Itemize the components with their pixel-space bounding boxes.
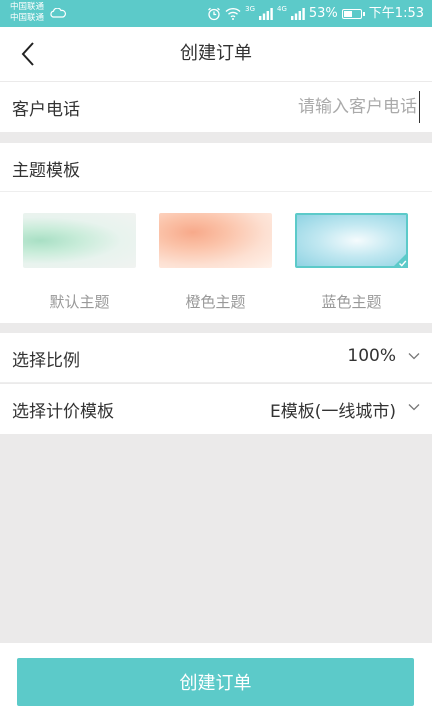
divider — [0, 191, 432, 192]
signal-icon — [290, 7, 305, 20]
cloud-icon — [50, 8, 66, 18]
theme-label: 主题模板 — [12, 161, 80, 181]
chevron-down-icon — [408, 353, 420, 360]
clock: 下午1:53 — [368, 6, 424, 21]
theme-section: 主题模板 默认主题 橙色主题 蓝色主题 — [0, 143, 432, 323]
check-icon — [392, 252, 408, 268]
pricing-template-row[interactable]: 选择计价模板 E模板(一线城市) — [0, 384, 432, 434]
battery-icon — [341, 8, 365, 19]
ratio-value: 100% — [347, 346, 396, 366]
battery-percent: 53% — [308, 6, 338, 21]
phone-label: 客户电话 — [12, 100, 80, 120]
phone-input[interactable] — [160, 91, 420, 123]
signal-1-label: 3G — [245, 5, 255, 13]
wifi-icon — [225, 7, 241, 20]
theme-default-card[interactable] — [23, 213, 136, 268]
chevron-down-icon — [408, 404, 420, 411]
theme-orange-label: 橙色主题 — [185, 293, 246, 311]
battery-fill — [343, 10, 352, 17]
theme-blue-label: 蓝色主题 — [321, 293, 382, 311]
bottom-bar: 创建订单 — [0, 643, 432, 720]
phone-row: 客户电话 — [0, 82, 432, 132]
ratio-select-row[interactable]: 选择比例 100% — [0, 333, 432, 383]
signal-2-label: 4G — [277, 5, 287, 13]
page-title: 创建订单 — [180, 43, 252, 64]
theme-blue-card[interactable] — [295, 213, 408, 268]
status-bar: 中国联通 中国联通 3G 4G 53% 下午1:53 — [0, 0, 432, 27]
carrier-1: 中国联通 — [10, 2, 45, 12]
pricing-value: E模板(一线城市) — [269, 402, 396, 422]
theme-default-label: 默认主题 — [49, 293, 110, 311]
nav-bar: 创建订单 — [0, 27, 432, 81]
theme-orange-card[interactable] — [159, 213, 272, 268]
alarm-icon — [208, 7, 221, 20]
create-order-button[interactable]: 创建订单 — [17, 658, 414, 706]
carrier-info: 中国联通 中国联通 — [10, 2, 44, 24]
ratio-label: 选择比例 — [12, 351, 80, 371]
carrier-2: 中国联通 — [10, 13, 45, 23]
signal-icon — [259, 7, 273, 20]
pricing-label: 选择计价模板 — [12, 402, 114, 422]
